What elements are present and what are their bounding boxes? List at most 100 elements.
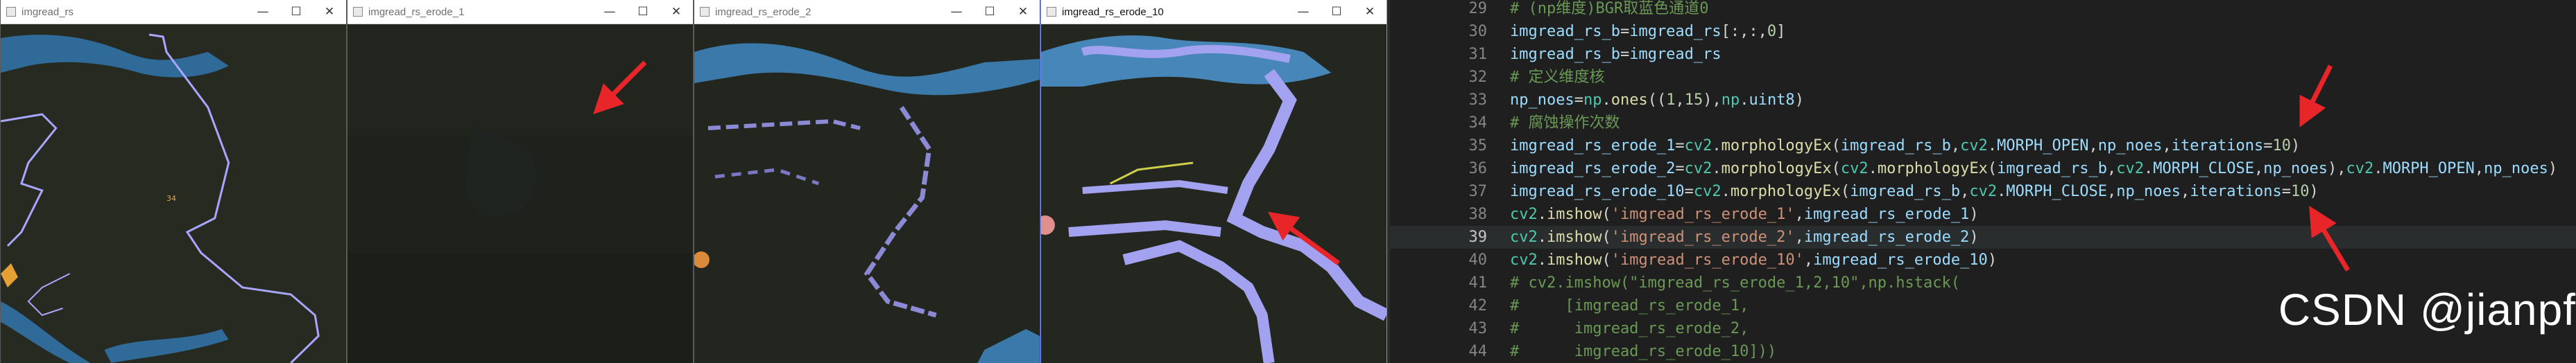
map-marker-label: 34 bbox=[166, 194, 176, 203]
code-token: [:,:, bbox=[1721, 23, 1767, 40]
code-token: . bbox=[1537, 229, 1547, 246]
code-text[interactable]: # [imgread_rs_erode_1, bbox=[1510, 294, 1749, 317]
code-token: MORPH_CLOSE bbox=[2153, 160, 2254, 177]
minimize-icon[interactable]: — bbox=[593, 0, 626, 24]
app-icon bbox=[6, 7, 16, 17]
code-text[interactable]: cv2.imshow('imgread_rs_erode_1',imgread_… bbox=[1510, 203, 1979, 226]
image-window-imgread-rs-erode-1[interactable]: imgread_rs_erode_1 — ☐ ✕ bbox=[347, 0, 694, 363]
window-title: imgread_rs_erode_1 bbox=[368, 6, 465, 18]
close-icon[interactable]: ✕ bbox=[1006, 0, 1040, 24]
code-token: 'imgread_rs_erode_1' bbox=[1611, 206, 1795, 223]
code-line-34[interactable]: 34 # 腐蚀操作次数 bbox=[1390, 112, 2576, 134]
window-titlebar[interactable]: imgread_rs — ☐ ✕ bbox=[1, 0, 346, 24]
code-token: morphologyEx bbox=[1721, 160, 1832, 177]
code-token: . bbox=[1721, 183, 1731, 200]
code-text[interactable]: # (np维度)BGR取蓝色通道0 bbox=[1510, 0, 1708, 20]
code-token: , bbox=[1803, 251, 1814, 269]
code-text[interactable]: imgread_rs_erode_1=cv2.morphologyEx(imgr… bbox=[1510, 134, 2300, 157]
code-token: MORPH_OPEN bbox=[2382, 160, 2475, 177]
code-text[interactable]: # 定义维度核 bbox=[1510, 66, 1605, 89]
code-token: . bbox=[1712, 137, 1721, 154]
image-window-imgread-rs-erode-2[interactable]: imgread_rs_erode_2 — ☐ ✕ bbox=[694, 0, 1040, 363]
image-canvas bbox=[1041, 24, 1386, 363]
code-line-39[interactable]: 39 cv2.imshow('imgread_rs_erode_2',imgrea… bbox=[1390, 226, 2576, 249]
code-text[interactable]: cv2.imshow('imgread_rs_erode_2',imgread_… bbox=[1510, 226, 1979, 249]
code-token: imgread_rs_b bbox=[1840, 137, 1951, 154]
code-text[interactable]: imgread_rs_b=imgread_rs[:,:,0] bbox=[1510, 20, 1785, 43]
window-title: imgread_rs bbox=[22, 6, 74, 18]
code-line-38[interactable]: 38 cv2.imshow('imgread_rs_erode_1',imgrea… bbox=[1390, 203, 2576, 226]
code-text[interactable]: # imgread_rs_erode_10])) bbox=[1510, 340, 1776, 363]
code-line-44[interactable]: 44 # imgread_rs_erode_10])) bbox=[1390, 340, 2576, 363]
code-token: ) bbox=[1794, 91, 1804, 109]
minimize-icon[interactable]: — bbox=[1287, 0, 1320, 24]
code-text[interactable]: # cv2.imshow("imgread_rs_erode_1,2,10",n… bbox=[1510, 272, 1960, 294]
code-line-31[interactable]: 31 imgread_rs_b=imgread_rs bbox=[1390, 43, 2576, 66]
code-token: . bbox=[1712, 160, 1721, 177]
code-token: 10 bbox=[2290, 183, 2310, 200]
window-titlebar[interactable]: imgread_rs_erode_2 — ☐ ✕ bbox=[694, 0, 1040, 24]
watermark-text: CSDN @jianpf bbox=[2278, 285, 2576, 335]
line-number: 38 bbox=[1468, 206, 1488, 223]
code-token: np bbox=[1583, 91, 1602, 109]
code-line-30[interactable]: 30 imgread_rs_b=imgread_rs[:,:,0] bbox=[1390, 20, 2576, 43]
window-titlebar[interactable]: imgread_rs_erode_10 — ☐ ✕ bbox=[1041, 0, 1386, 24]
image-canvas: 34 bbox=[1, 24, 346, 363]
code-text[interactable]: cv2.imshow('imgread_rs_erode_10',imgread… bbox=[1510, 249, 1997, 272]
code-token: cv2 bbox=[1693, 183, 1721, 200]
code-token: 'imgread_rs_erode_2' bbox=[1611, 229, 1795, 246]
code-text[interactable]: # 腐蚀操作次数 bbox=[1510, 112, 1620, 134]
close-icon[interactable]: ✕ bbox=[1353, 0, 1386, 24]
code-line-35[interactable]: 35 imgread_rs_erode_1=cv2.morphologyEx(im… bbox=[1390, 134, 2576, 157]
code-token: 1 bbox=[1666, 91, 1676, 109]
code-token: ( bbox=[1602, 206, 1611, 223]
code-text[interactable]: imgread_rs_erode_2=cv2.morphologyEx(cv2.… bbox=[1510, 157, 2557, 180]
code-line-33[interactable]: 33 np_noes=np.ones((1,15),np.uint8) bbox=[1390, 89, 2576, 112]
code-token: cv2 bbox=[1960, 137, 1988, 154]
code-text[interactable]: # imgread_rs_erode_2, bbox=[1510, 317, 1749, 340]
code-editor[interactable]: 29 # (np维度)BGR取蓝色通道0 30 imgread_rs_b=imgrea… bbox=[1387, 0, 2576, 363]
code-text[interactable]: imgread_rs_erode_10=cv2.morphologyEx(img… bbox=[1510, 180, 2319, 203]
code-token: , bbox=[2253, 160, 2264, 177]
code-token: ones bbox=[1611, 91, 1648, 109]
line-number: 44 bbox=[1468, 343, 1488, 360]
code-token: . bbox=[1987, 137, 1998, 154]
code-token: , bbox=[1960, 183, 1970, 200]
code-token: cv2 bbox=[2116, 160, 2145, 177]
code-token: # imgread_rs_erode_10])) bbox=[1510, 343, 1777, 360]
line-number: 43 bbox=[1468, 320, 1488, 337]
maximize-icon[interactable]: ☐ bbox=[626, 0, 660, 24]
close-icon[interactable]: ✕ bbox=[660, 0, 693, 24]
code-token: cv2 bbox=[1510, 206, 1538, 223]
code-token: = bbox=[1684, 183, 1694, 200]
code-token: np bbox=[1721, 91, 1740, 109]
code-token: ) bbox=[1987, 251, 1998, 269]
image-window-imgread-rs[interactable]: imgread_rs — ☐ ✕ 34 bbox=[0, 0, 347, 363]
minimize-icon[interactable]: — bbox=[940, 0, 973, 24]
app-icon bbox=[1047, 7, 1056, 17]
code-line-37[interactable]: 37 imgread_rs_erode_10=cv2.morphologyEx(i… bbox=[1390, 180, 2576, 203]
image-window-imgread-rs-erode-10[interactable]: imgread_rs_erode_10 — ☐ ✕ bbox=[1040, 0, 1387, 363]
code-token: = bbox=[2263, 137, 2273, 154]
line-number: 37 bbox=[1468, 183, 1488, 200]
code-token: imgread_rs_erode_2 bbox=[1803, 229, 1970, 246]
line-number: 31 bbox=[1468, 46, 1488, 63]
code-token: 'imgread_rs_erode_10' bbox=[1611, 251, 1804, 269]
code-line-29[interactable]: 29 # (np维度)BGR取蓝色通道0 bbox=[1390, 0, 2576, 20]
code-token: . bbox=[1997, 183, 2007, 200]
code-token: , bbox=[2474, 160, 2484, 177]
minimize-icon[interactable]: — bbox=[246, 0, 280, 24]
code-token: , bbox=[2088, 137, 2098, 154]
code-text[interactable]: np_noes=np.ones((1,15),np.uint8) bbox=[1510, 89, 1804, 112]
close-icon[interactable]: ✕ bbox=[313, 0, 346, 24]
maximize-icon[interactable]: ☐ bbox=[973, 0, 1006, 24]
maximize-icon[interactable]: ☐ bbox=[1320, 0, 1353, 24]
code-line-32[interactable]: 32 # 定义维度核 bbox=[1390, 66, 2576, 89]
code-line-36[interactable]: 36 imgread_rs_erode_2=cv2.morphologyEx(cv… bbox=[1390, 157, 2576, 180]
maximize-icon[interactable]: ☐ bbox=[280, 0, 313, 24]
eroded-image-10 bbox=[1041, 24, 1386, 363]
code-text[interactable]: imgread_rs_b=imgread_rs bbox=[1510, 43, 1721, 66]
window-titlebar[interactable]: imgread_rs_erode_1 — ☐ ✕ bbox=[347, 0, 693, 24]
code-line-40[interactable]: 40 cv2.imshow('imgread_rs_erode_10',imgre… bbox=[1390, 249, 2576, 272]
code-token: ] bbox=[1776, 23, 1786, 40]
